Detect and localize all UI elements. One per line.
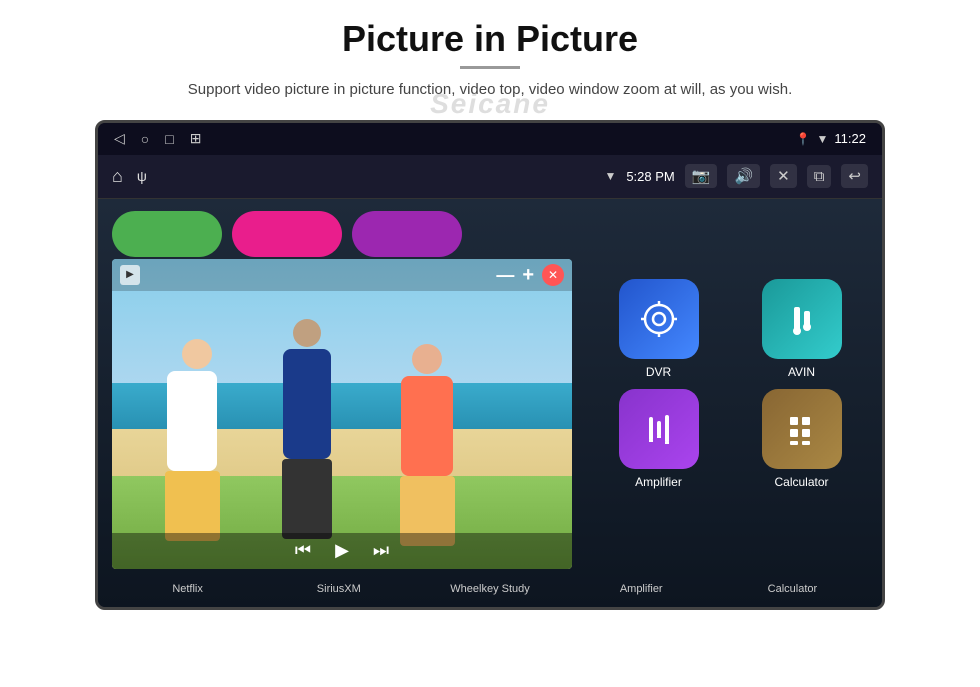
- pip-close-btn[interactable]: ✕: [542, 264, 564, 286]
- dvr-app-item[interactable]: DVR: [592, 279, 725, 379]
- home-icon[interactable]: ⌂: [112, 166, 123, 187]
- title-divider: [460, 66, 520, 69]
- nav-back-icon[interactable]: ◁: [114, 130, 125, 147]
- pip-top-bar: ▶ — + ✕: [112, 259, 572, 291]
- avin-label: AVIN: [788, 365, 815, 379]
- camera-icon[interactable]: 📷: [685, 164, 718, 188]
- toolbar: ⌂ ψ ▼ 5:28 PM 📷 🔊 ✕ ⧉ ↩: [98, 155, 882, 199]
- close-icon[interactable]: ✕: [770, 164, 797, 188]
- calculator-icon-box[interactable]: [762, 389, 842, 469]
- resize-icon[interactable]: ⧉: [807, 165, 832, 188]
- amplifier-app-item[interactable]: Amplifier: [592, 389, 725, 489]
- pip-scene: [112, 259, 572, 569]
- nav-buttons: ◁ ○ □ ⊞: [114, 130, 201, 147]
- dvr-icon-box[interactable]: [619, 279, 699, 359]
- volume-icon[interactable]: 🔊: [727, 164, 760, 188]
- back-icon[interactable]: ↩: [841, 164, 868, 188]
- toolbar-time: 5:28 PM: [626, 169, 674, 184]
- calculator-app-item[interactable]: Calculator: [735, 389, 868, 489]
- page-container: Picture in Picture Seicane Support video…: [0, 0, 980, 687]
- main-area: ▶ — + ✕ ⏮ ▶ ⏭: [98, 199, 882, 607]
- dvr-icon: [639, 299, 679, 339]
- pip-maximize-btn[interactable]: +: [522, 265, 534, 285]
- pip-video-icon[interactable]: ▶: [120, 265, 140, 285]
- location-icon: 📍: [796, 132, 811, 146]
- calculator-icon: [782, 409, 822, 449]
- toolbar-left: ⌂ ψ: [112, 166, 147, 187]
- toolbar-right: ▼ 5:28 PM 📷 🔊 ✕ ⧉ ↩: [604, 164, 868, 188]
- status-bar: ◁ ○ □ ⊞ 📍 ▼ 11:22: [98, 123, 882, 155]
- nav-menu-icon[interactable]: ⊞: [190, 130, 202, 147]
- avin-icon-box[interactable]: [762, 279, 842, 359]
- status-time: 11:22: [834, 131, 866, 146]
- calculator-bottom-label: Calculator: [717, 583, 868, 595]
- device-frame: ◁ ○ □ ⊞ 📍 ▼ 11:22 ⌂ ψ ▼ 5:28 PM 📷 🔊: [95, 120, 885, 610]
- siriusxm-bottom-label: SiriusXM: [263, 583, 414, 595]
- status-bar-right: 📍 ▼ 11:22: [796, 131, 866, 146]
- usb-icon[interactable]: ψ: [137, 168, 147, 184]
- pip-play-btn[interactable]: ▶: [335, 540, 349, 561]
- pip-prev-btn[interactable]: ⏮: [295, 540, 311, 561]
- page-title: Picture in Picture: [342, 18, 638, 60]
- dvr-label: DVR: [646, 365, 671, 379]
- avin-app-item[interactable]: AVIN: [735, 279, 868, 379]
- content-row: ▶ — + ✕ ⏮ ▶ ⏭: [98, 269, 882, 571]
- figure-2: [252, 319, 362, 569]
- amplifier-icon: [639, 409, 679, 449]
- avin-icon: [782, 299, 822, 339]
- nav-home-icon[interactable]: ○: [141, 131, 149, 147]
- pip-container: ▶ — + ✕ ⏮ ▶ ⏭: [112, 259, 572, 571]
- page-description: Support video picture in picture functio…: [188, 79, 792, 102]
- pip-window[interactable]: ▶ — + ✕ ⏮ ▶ ⏭: [112, 259, 572, 569]
- calculator-label: Calculator: [774, 475, 828, 489]
- pip-bottom-bar: ⏮ ▶ ⏭: [112, 533, 572, 569]
- netflix-app-icon[interactable]: [112, 211, 222, 257]
- wifi-icon: ▼: [817, 132, 829, 146]
- amplifier-label: Amplifier: [635, 475, 682, 489]
- amplifier-bottom-label: Amplifier: [566, 583, 717, 595]
- siriusxm-app-icon[interactable]: [232, 211, 342, 257]
- wheelkey-bottom-label: Wheelkey Study: [414, 583, 565, 595]
- wifi-toolbar-icon: ▼: [604, 169, 616, 183]
- amplifier-icon-box[interactable]: [619, 389, 699, 469]
- app-grid-right: DVR AVIN: [582, 269, 868, 571]
- netflix-bottom-label: Netflix: [112, 583, 263, 595]
- pip-next-btn[interactable]: ⏭: [373, 540, 389, 561]
- bottom-labels: Netflix SiriusXM Wheelkey Study Amplifie…: [98, 571, 882, 607]
- pip-minimize-btn[interactable]: —: [496, 266, 514, 284]
- wheelkey-app-icon[interactable]: [352, 211, 462, 257]
- nav-recent-icon[interactable]: □: [165, 131, 173, 147]
- pip-controls-right: — + ✕: [496, 264, 564, 286]
